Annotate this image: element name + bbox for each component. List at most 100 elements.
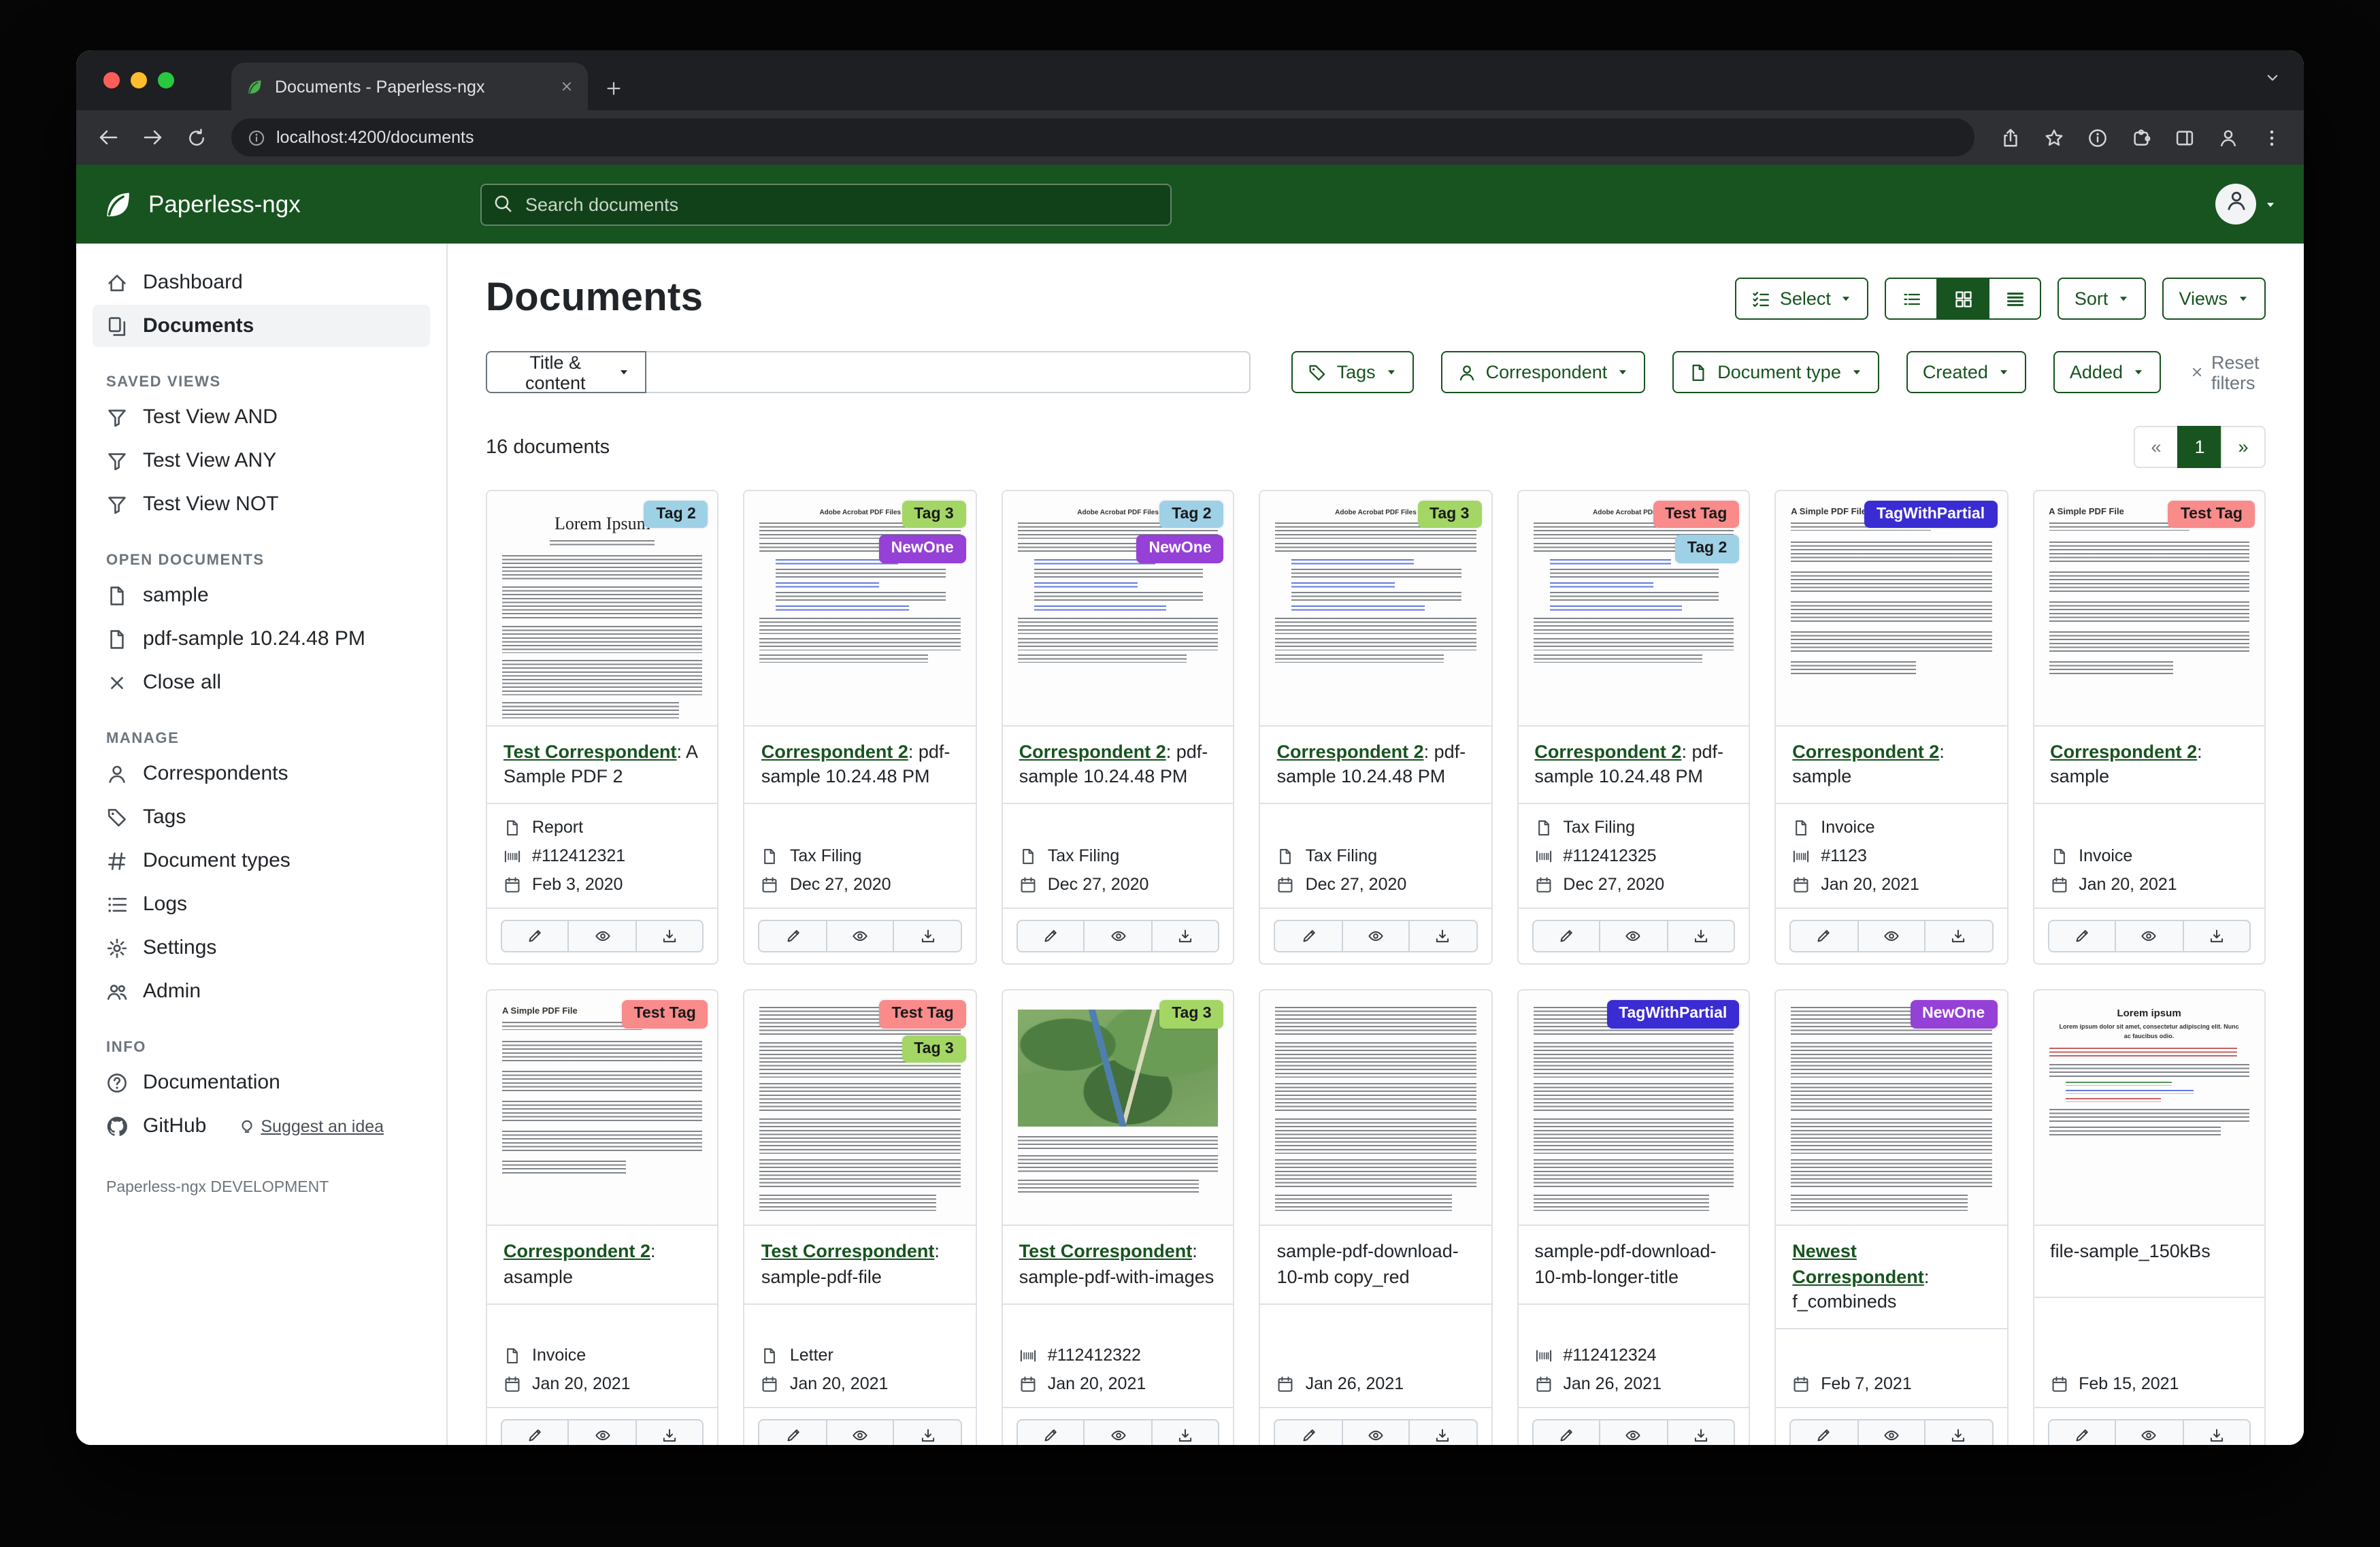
correspondent-link[interactable]: Correspondent 2 [1792, 742, 1939, 762]
filter-added-button[interactable]: Added [2053, 351, 2161, 393]
download-button[interactable] [1666, 1420, 1735, 1445]
sidebar-item-close-all[interactable]: Close all [93, 661, 430, 703]
reload-button[interactable] [177, 118, 215, 156]
browser-profile-button[interactable] [2209, 118, 2247, 156]
window-close-button[interactable] [103, 72, 120, 88]
edit-button[interactable] [759, 920, 827, 953]
preview-button[interactable] [568, 1420, 637, 1445]
tab-search-chevron-icon[interactable] [2263, 68, 2282, 87]
tag-badge[interactable]: TagWithPartial [1606, 1001, 1739, 1029]
download-button[interactable] [893, 920, 962, 953]
url-bar[interactable]: localhost:4200/documents [231, 118, 1974, 156]
sidebar-item-admin[interactable]: Admin [93, 970, 430, 1012]
document-card[interactable]: Lorem IpsumTag 2Test Correspondent: A Sa… [486, 490, 719, 965]
document-card[interactable]: Adobe Acrobat PDF FilesTag 2NewOne Corres… [1002, 490, 1235, 965]
edit-button[interactable] [759, 1420, 827, 1445]
document-thumbnail[interactable]: Lorem IpsumTag 2 [487, 491, 718, 727]
sidebar-item-correspondents[interactable]: Correspondents [93, 752, 430, 795]
window-minimize-button[interactable] [131, 72, 147, 88]
sort-button[interactable]: Sort [2058, 278, 2147, 320]
correspondent-link[interactable]: Test Correspondent [1019, 1242, 1193, 1262]
correspondent-link[interactable]: Correspondent 2 [1019, 742, 1166, 762]
document-card[interactable]: A Simple PDF FileTest Tag Correspondent 2… [2032, 490, 2266, 965]
view-list-button[interactable] [1885, 278, 1938, 320]
document-thumbnail[interactable] [1261, 991, 1491, 1227]
tab-close-icon[interactable] [559, 79, 574, 94]
correspondent-link[interactable]: Correspondent 2 [503, 1242, 650, 1262]
view-details-button[interactable] [1989, 278, 2042, 320]
sidebar-item-github[interactable]: GitHubSuggest an idea [93, 1105, 430, 1147]
document-thumbnail[interactable]: Test TagTag 3 [745, 991, 976, 1227]
share-button[interactable] [1991, 118, 2029, 156]
document-thumbnail[interactable]: Adobe Acrobat PDF FilesTest TagTag 2 [1518, 491, 1749, 727]
edit-button[interactable] [2047, 920, 2116, 953]
correspondent-link[interactable]: Test Correspondent [761, 1242, 935, 1262]
suggest-idea-link[interactable]: Suggest an idea [237, 1116, 384, 1135]
document-thumbnail[interactable]: TagWithPartial [1518, 991, 1749, 1227]
filter-field-dropdown[interactable]: Title & content [486, 351, 646, 393]
browser-menu-button[interactable] [2252, 118, 2290, 156]
tag-badge[interactable]: Tag 3 [1159, 1001, 1223, 1029]
preview-button[interactable] [1084, 1420, 1153, 1445]
tag-badge[interactable]: Tag 2 [1159, 501, 1223, 529]
document-card[interactable]: A Simple PDF FileTagWithPartialCorrespon… [1774, 490, 2008, 965]
filter-text-input[interactable] [646, 351, 1251, 393]
document-thumbnail[interactable]: Adobe Acrobat PDF FilesTag 3NewOne [745, 491, 976, 727]
download-button[interactable] [1408, 1420, 1477, 1445]
edit-button[interactable] [1532, 920, 1600, 953]
document-thumbnail[interactable]: Tag 3 [1003, 991, 1234, 1227]
view-grid-button[interactable] [1937, 278, 1990, 320]
document-thumbnail[interactable]: NewOne [1776, 991, 2006, 1227]
document-thumbnail[interactable]: A Simple PDF FileTest Tag [2034, 491, 2264, 727]
download-button[interactable] [1151, 1420, 1220, 1445]
sidebar-item-test-view-any[interactable]: Test View ANY [93, 439, 430, 482]
edit-button[interactable] [1274, 920, 1343, 953]
document-card[interactable]: Adobe Acrobat PDF FilesTest TagTag 2Corr… [1517, 490, 1750, 965]
download-button[interactable] [1666, 920, 1735, 953]
document-card[interactable]: Test TagTag 3Test Correspondent: sample-… [744, 990, 977, 1445]
browser-tab[interactable]: Documents - Paperless-ngx [231, 63, 588, 110]
preview-button[interactable] [2115, 1420, 2183, 1445]
correspondent-link[interactable]: Correspondent 2 [2050, 742, 2197, 762]
pagination-prev-button[interactable]: « [2134, 426, 2179, 468]
views-button[interactable]: Views [2162, 278, 2266, 320]
filter-correspondent-button[interactable]: Correspondent [1441, 351, 1646, 393]
select-button[interactable]: Select [1735, 278, 1869, 320]
filter-document-type-button[interactable]: Document type [1672, 351, 1879, 393]
download-button[interactable] [1924, 920, 1993, 953]
document-thumbnail[interactable]: A Simple PDF FileTest Tag [487, 991, 718, 1227]
forward-button[interactable] [133, 118, 171, 156]
app-brand[interactable]: Paperless-ngx [76, 187, 448, 221]
download-button[interactable] [1151, 920, 1220, 953]
document-card[interactable]: TagWithPartialsample-pdf-download-10-mb-… [1517, 990, 1750, 1445]
sidebar-item-pdf-sample-10-24-48-pm[interactable]: pdf-sample 10.24.48 PM [93, 618, 430, 660]
download-button[interactable] [635, 1420, 704, 1445]
document-card[interactable]: Adobe Acrobat PDF FilesTag 3NewOneCorres… [744, 490, 977, 965]
document-card[interactable]: NewOneNewest Correspondent: f_combinedsF… [1774, 990, 2008, 1445]
edit-button[interactable] [1274, 1420, 1343, 1445]
download-button[interactable] [635, 920, 704, 953]
tag-badge[interactable]: NewOne [879, 535, 966, 563]
document-thumbnail[interactable]: Adobe Acrobat PDF FilesTag 2NewOne [1003, 491, 1234, 727]
preview-button[interactable] [1342, 1420, 1410, 1445]
filter-created-button[interactable]: Created [1906, 351, 2026, 393]
document-thumbnail[interactable]: Adobe Acrobat PDF FilesTag 3 [1261, 491, 1491, 727]
preview-button[interactable] [1084, 920, 1153, 953]
preview-button[interactable] [1599, 1420, 1668, 1445]
tag-badge[interactable]: Tag 2 [1675, 535, 1739, 563]
edit-button[interactable] [1017, 1420, 1085, 1445]
sidebar-item-test-view-not[interactable]: Test View NOT [93, 483, 430, 525]
tag-badge[interactable]: NewOne [1910, 1001, 1997, 1029]
pagination-page-1-button[interactable]: 1 [2177, 426, 2222, 468]
preview-button[interactable] [1857, 920, 1926, 953]
correspondent-link[interactable]: Newest Correspondent [1792, 1242, 1924, 1286]
edit-button[interactable] [501, 1420, 569, 1445]
tag-badge[interactable]: Tag 3 [902, 1035, 965, 1063]
sidebar-item-settings[interactable]: Settings [93, 927, 430, 969]
tag-badge[interactable]: Tag 3 [902, 501, 965, 529]
edit-button[interactable] [2047, 1420, 2116, 1445]
sidebar-item-documents[interactable]: Documents [93, 305, 430, 347]
correspondent-link[interactable]: Correspondent 2 [761, 742, 908, 762]
document-card[interactable]: sample-pdf-download-10-mb copy_redJan 26… [1259, 990, 1493, 1445]
correspondent-link[interactable]: Test Correspondent [503, 742, 677, 762]
